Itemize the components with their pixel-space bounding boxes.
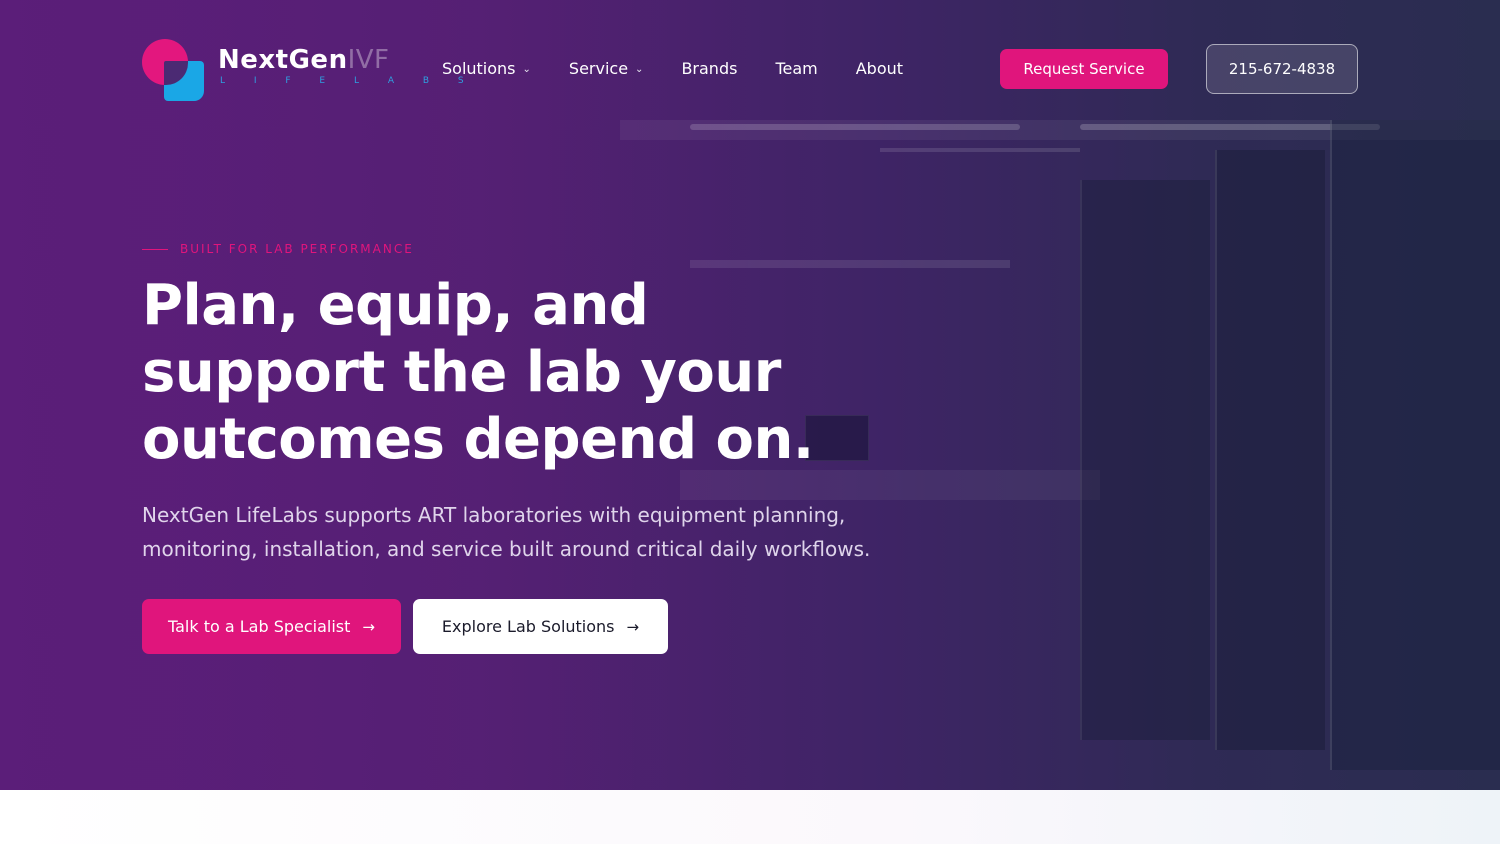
background-cabinet [1080,180,1210,740]
headline-line: Plan, equip, and [142,273,649,338]
nav-item-service[interactable]: Service ⌄ [569,59,644,78]
nav-item-label: Brands [681,58,738,78]
arrow-right-icon: → [626,617,640,636]
logo-wordmark-ghost: IVF [347,45,390,75]
request-service-button[interactable]: Request Service [1000,49,1168,89]
nav-item-team[interactable]: Team [775,59,817,78]
button-label: Explore Lab Solutions [441,617,615,636]
nav-item-solutions[interactable]: Solutions ⌄ [442,59,531,78]
hero-headline: Plan, equip, and support the lab your ou… [142,272,902,473]
logo-wordmark: NextGenIVF [218,45,390,75]
next-section-strip [0,790,1500,844]
button-label: Talk to a Lab Specialist [167,617,351,636]
eyebrow-line [142,248,168,250]
headline-line: support the lab your [142,340,781,405]
arrow-right-icon: → [362,617,375,636]
background-cabinet [1330,120,1500,770]
nav-item-label: About [855,58,904,78]
nav-item-label: Service [568,58,629,78]
background-light [880,148,1080,152]
nav-item-brands[interactable]: Brands [681,59,737,78]
chevron-down-icon: ⌄ [522,64,531,75]
logo-tagline: L I F E L A B S [220,76,477,86]
site-logo[interactable]: NextGenIVF L I F E L A B S [142,39,464,101]
nav-item-label: Solutions [442,58,516,78]
hero-eyebrow: BUILT FOR LAB PERFORMANCE [142,242,414,256]
phone-button[interactable]: 215-672-4838 [1206,44,1358,94]
logo-mark-icon [142,39,204,101]
hero-description: NextGen LifeLabs supports ART laboratori… [142,503,871,561]
nav-item-about[interactable]: About [856,59,903,78]
chevron-down-icon: ⌄ [635,64,644,75]
hero-section: NextGenIVF L I F E L A B S Solutions ⌄ S… [0,0,1500,790]
nav-item-label: Team [775,58,818,78]
explore-solutions-button[interactable]: Explore Lab Solutions → [413,599,668,654]
background-cabinet [1215,150,1325,750]
talk-to-specialist-button[interactable]: Talk to a Lab Specialist → [142,599,401,654]
eyebrow-text: BUILT FOR LAB PERFORMANCE [180,242,414,256]
headline-line: outcomes depend on. [142,407,814,472]
main-nav: Solutions ⌄ Service ⌄ Brands Team About [442,56,941,80]
